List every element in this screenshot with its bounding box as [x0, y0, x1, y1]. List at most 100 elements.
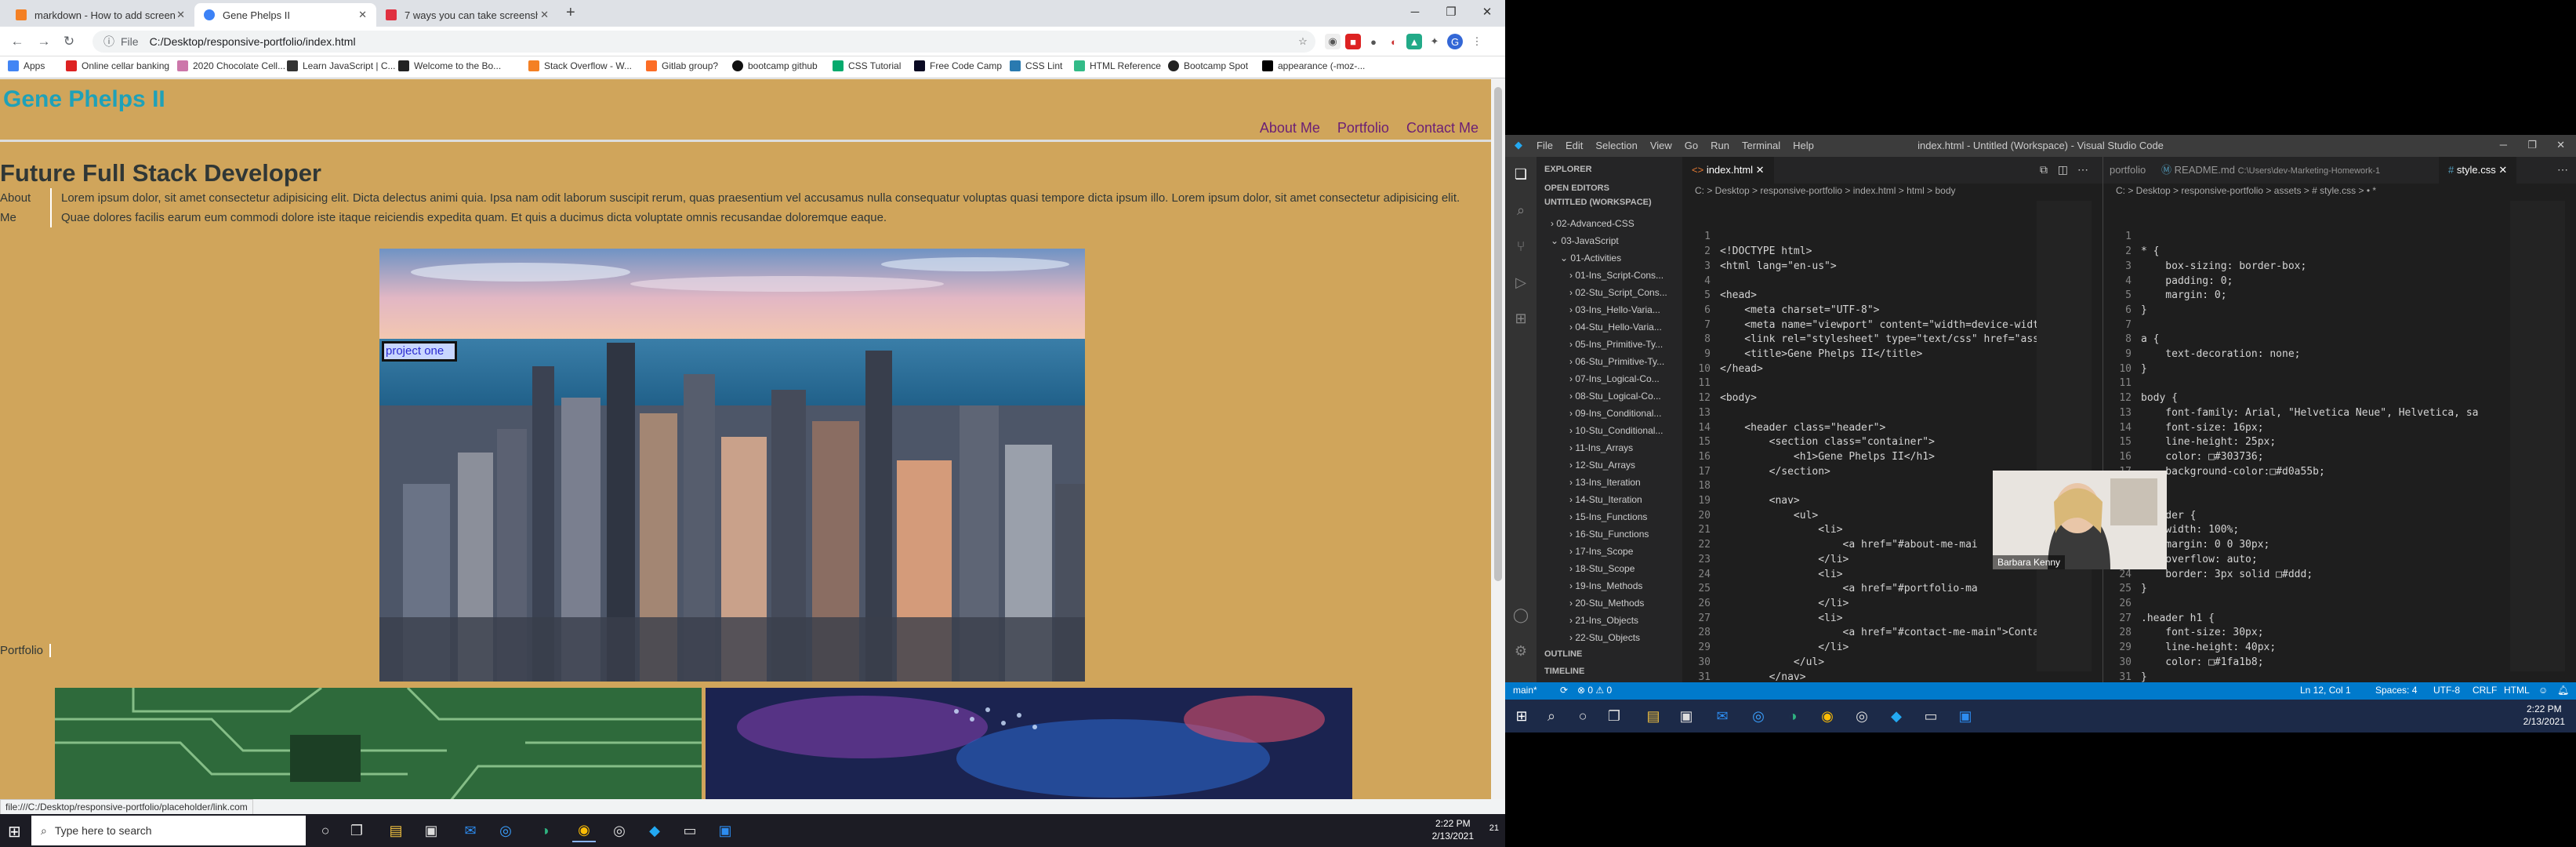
tree-folder[interactable]: › 17-Ins_Scope	[1537, 543, 1682, 560]
sync-icon[interactable]: ⟳	[1560, 685, 1568, 696]
account-icon[interactable]: ◯	[1511, 605, 1530, 624]
menu-help[interactable]: Help	[1793, 140, 1814, 151]
tree-folder[interactable]: › 02-Stu_Script_Cons...	[1537, 284, 1682, 301]
tree-folder[interactable]: › 22-Stu_Objects	[1537, 629, 1682, 646]
vscode-icon[interactable]: ◆	[1885, 704, 1908, 728]
back-icon[interactable]: ←	[8, 33, 27, 50]
mail-icon[interactable]: ✉	[459, 819, 482, 842]
bookmark[interactable]: 2020 Chocolate Cell...	[177, 60, 285, 71]
project-image[interactable]	[379, 249, 1085, 682]
chrome-icon[interactable]: ◎	[1850, 704, 1874, 728]
tree-folder[interactable]: › 05-Ins_Primitive-Ty...	[1537, 336, 1682, 353]
tab-readme[interactable]: Ⓜ README.md C:\Users\dev-Marketing-Homew…	[2152, 157, 2389, 184]
new-tab-button[interactable]: +	[566, 4, 575, 22]
info-icon[interactable]: ⓘ	[103, 34, 114, 49]
source-control-icon[interactable]: ⑂	[1511, 237, 1530, 256]
tree-folder[interactable]: › 02-Advanced-CSS	[1537, 215, 1682, 232]
tab-gene-phelps[interactable]: Gene Phelps II ✕	[194, 3, 376, 27]
feedback-icon[interactable]: ☺	[2538, 685, 2548, 696]
minimap[interactable]	[2510, 201, 2565, 671]
extension-icon[interactable]: ▲	[1406, 34, 1422, 49]
tree-folder[interactable]: › 03-Ins_Hello-Varia...	[1537, 301, 1682, 318]
star-icon[interactable]: ☆	[1295, 34, 1311, 49]
split-editor-icon[interactable]: ◫	[2058, 163, 2068, 176]
tab-markdown[interactable]: markdown - How to add screensh ✕	[6, 3, 194, 27]
close-icon[interactable]: ✕	[176, 9, 185, 21]
encoding[interactable]: UTF-8	[2433, 685, 2460, 696]
file-explorer-icon[interactable]: ▤	[1642, 704, 1665, 728]
editor-css[interactable]: portfolio Ⓜ README.md C:\Users\dev-Marke…	[2100, 157, 2576, 712]
tree-folder[interactable]: ⌄ 01-Activities	[1537, 249, 1682, 267]
tab-portfolio[interactable]: portfolio	[2100, 157, 2155, 184]
bookmark[interactable]: bootcamp github	[732, 60, 818, 71]
zoom-icon[interactable]: ▣	[1954, 704, 1977, 728]
cortana-icon[interactable]: ○	[1571, 704, 1595, 728]
extension-icon[interactable]: ◐	[1386, 34, 1402, 49]
open-changes-icon[interactable]: ⧉	[2040, 163, 2048, 176]
forward-icon[interactable]: →	[34, 33, 53, 50]
close-window-icon[interactable]: ✕	[1469, 0, 1505, 24]
open-editors-section[interactable]: OPEN EDITORS	[1544, 184, 1609, 193]
project-label[interactable]: project one	[382, 341, 457, 362]
tree-folder[interactable]: › 14-Stu_Iteration	[1537, 491, 1682, 508]
problems-count[interactable]: ⊗ 0 ⚠ 0	[1577, 685, 1612, 696]
cortana-icon[interactable]: ○	[314, 819, 337, 842]
portfolio-image-data[interactable]	[706, 688, 1352, 799]
tree-folder[interactable]: › 01-Ins_Script-Cons...	[1537, 267, 1682, 284]
nav-contact-link[interactable]: Contact Me	[1406, 120, 1478, 136]
close-icon[interactable]: ✕	[358, 9, 367, 21]
chrome-icon[interactable]: ◎	[608, 819, 631, 842]
minimize-icon[interactable]: ─	[2500, 139, 2507, 151]
tree-folder[interactable]: › 20-Stu_Methods	[1537, 594, 1682, 612]
minimap[interactable]	[2037, 201, 2092, 671]
bookmark[interactable]: Gitlab group?	[646, 60, 718, 71]
system-clock[interactable]: 2:22 PM 2/13/2021	[2523, 703, 2565, 728]
tree-folder[interactable]: › 15-Ins_Functions	[1537, 508, 1682, 525]
tree-folder[interactable]: › 11-Ins_Arrays	[1537, 439, 1682, 456]
chrome-icon[interactable]: ◉	[1816, 704, 1839, 728]
store-icon[interactable]: ▣	[1674, 704, 1698, 728]
edge-icon[interactable]: ◑	[533, 819, 557, 842]
bookmark[interactable]: Stack Overflow - W...	[528, 60, 632, 71]
zoom-icon[interactable]: ▣	[713, 819, 737, 842]
bookmark[interactable]: HTML Reference	[1074, 60, 1161, 71]
tab-index-html[interactable]: <> index.html ✕	[1682, 157, 1774, 184]
bookmark[interactable]: Online cellar banking	[66, 60, 169, 71]
store-icon[interactable]: ▣	[419, 819, 443, 842]
tree-folder[interactable]: › 21-Ins_Objects	[1537, 612, 1682, 629]
menu-edit[interactable]: Edit	[1566, 140, 1583, 151]
webcam-overlay[interactable]: Barbara Kenny	[1993, 471, 2167, 569]
tree-folder[interactable]: › 16-Stu_Functions	[1537, 525, 1682, 543]
portfolio-image-circuit[interactable]	[55, 688, 702, 799]
bookmark[interactable]: CSS Tutorial	[833, 60, 901, 71]
timeline-section[interactable]: TIMELINE	[1544, 667, 1584, 676]
menu-selection[interactable]: Selection	[1595, 140, 1637, 151]
extensions-icon[interactable]: ⊞	[1511, 309, 1530, 328]
menu-run[interactable]: Run	[1711, 140, 1729, 151]
mail-icon[interactable]: ✉	[1711, 704, 1734, 728]
nav-about-link[interactable]: About Me	[1260, 120, 1320, 136]
tree-folder[interactable]: › 07-Ins_Logical-Co...	[1537, 370, 1682, 387]
close-icon[interactable]: ✕	[2556, 139, 2565, 151]
reload-icon[interactable]: ↻	[60, 33, 78, 50]
close-icon[interactable]: ✕	[540, 9, 549, 21]
terminal-icon[interactable]: ▭	[678, 819, 702, 842]
git-branch[interactable]: main*	[1513, 685, 1537, 696]
search-icon[interactable]: ⌕	[1540, 704, 1563, 728]
tree-folder[interactable]: › 19-Ins_Methods	[1537, 577, 1682, 594]
taskbar-search[interactable]: ⌕ Type here to search	[31, 816, 306, 845]
bookmark[interactable]: appearance (-moz-...	[1262, 60, 1365, 71]
tree-folder[interactable]: › 04-Stu_Hello-Varia...	[1537, 318, 1682, 336]
cursor-position[interactable]: Ln 12, Col 1	[2300, 685, 2351, 696]
settings-gear-icon[interactable]: ⚙	[1511, 642, 1530, 660]
terminal-icon[interactable]: ▭	[1919, 704, 1943, 728]
tree-folder[interactable]: › 08-Stu_Logical-Co...	[1537, 387, 1682, 405]
maximize-icon[interactable]: ❐	[2527, 139, 2537, 151]
tree-folder[interactable]: › 09-Ins_Conditional...	[1537, 405, 1682, 422]
chrome-icon[interactable]: ◉	[572, 819, 596, 842]
editor-html[interactable]: <> index.html ✕ ⋯ ◫ ⧉ C: > Desktop > res…	[1682, 157, 2103, 727]
code-area[interactable]: 1234567891011121314151617181920212223242…	[2103, 201, 2478, 712]
more-actions-icon[interactable]: ⋯	[2077, 163, 2088, 176]
menu-view[interactable]: View	[1650, 140, 1672, 151]
puzzle-icon[interactable]: ✦	[1427, 34, 1442, 49]
